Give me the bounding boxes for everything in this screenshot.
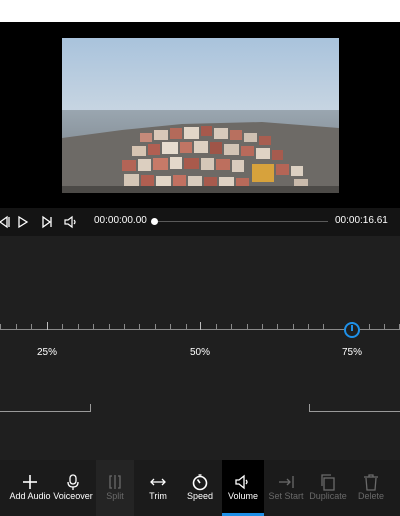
volume-scale-tick bbox=[16, 324, 17, 329]
volume-scale-tick bbox=[170, 324, 171, 329]
volume-editor: 25% 50% 75% bbox=[0, 236, 400, 460]
volume-scale-tick bbox=[93, 324, 94, 329]
speed-dial-icon bbox=[190, 472, 210, 492]
seek-thumb[interactable] bbox=[151, 218, 158, 225]
current-time: 00:00:00.00 bbox=[94, 215, 147, 226]
volume-button[interactable]: Volume bbox=[222, 460, 264, 516]
volume-scale-tick bbox=[262, 324, 263, 329]
volume-scale-tick bbox=[62, 324, 63, 329]
volume-scale-tick bbox=[231, 324, 232, 329]
playback-controls: 00:00:00.00 00:00:16.61 bbox=[0, 208, 400, 236]
volume-scale-tick bbox=[369, 324, 370, 329]
voiceover-button[interactable]: Voiceover bbox=[50, 460, 96, 516]
microphone-icon bbox=[63, 472, 83, 492]
duplicate-button[interactable]: Duplicate bbox=[306, 460, 350, 516]
volume-scale-major-tick bbox=[47, 322, 48, 330]
volume-scale-tick bbox=[293, 324, 294, 329]
split-button[interactable]: Split bbox=[96, 460, 134, 516]
set-start-icon bbox=[276, 472, 296, 492]
volume-scale-tick bbox=[216, 324, 217, 329]
scale-label-50: 50% bbox=[189, 347, 211, 358]
speaker-icon[interactable] bbox=[62, 213, 80, 231]
volume-slider-handle[interactable] bbox=[344, 322, 360, 338]
volume-scale-tick bbox=[277, 324, 278, 329]
volume-scale-tick bbox=[384, 324, 385, 329]
split-icon bbox=[105, 472, 125, 492]
duplicate-icon bbox=[318, 472, 338, 492]
volume-scale-tick bbox=[323, 324, 324, 329]
total-time: 00:00:16.61 bbox=[335, 215, 388, 226]
volume-scale-tick bbox=[124, 324, 125, 329]
skip-forward-icon[interactable] bbox=[38, 213, 56, 231]
add-audio-button[interactable]: Add Audio bbox=[6, 460, 54, 516]
plus-icon bbox=[20, 472, 40, 492]
skip-back-icon[interactable] bbox=[0, 213, 14, 231]
volume-scale-tick bbox=[139, 324, 140, 329]
scale-label-25: 25% bbox=[36, 347, 58, 358]
scale-label-75: 75% bbox=[341, 347, 363, 358]
set-start-button[interactable]: Set Start bbox=[266, 460, 306, 516]
video-preview bbox=[0, 22, 400, 208]
seek-track[interactable] bbox=[154, 221, 328, 222]
volume-scale-major-tick bbox=[200, 322, 201, 330]
speaker-icon bbox=[233, 472, 253, 492]
speed-button[interactable]: Speed bbox=[180, 460, 220, 516]
delete-button[interactable]: Delete bbox=[350, 460, 392, 516]
volume-scale-tick bbox=[78, 324, 79, 329]
video-frame-thumbnail bbox=[62, 38, 339, 193]
clip-range-end-bracket bbox=[309, 404, 400, 412]
trim-arrows-icon bbox=[148, 472, 168, 492]
volume-scale-tick bbox=[247, 324, 248, 329]
volume-scale-tick bbox=[31, 324, 32, 329]
volume-scale-tick bbox=[186, 324, 187, 329]
play-icon[interactable] bbox=[14, 213, 32, 231]
bottom-toolbar: Add Audio Voiceover Split Trim Speed Vol… bbox=[0, 460, 400, 516]
volume-scale-tick bbox=[109, 324, 110, 329]
volume-scale-tick bbox=[0, 324, 1, 329]
clip-range-start-bracket bbox=[0, 404, 91, 412]
top-strip bbox=[0, 0, 400, 22]
volume-scale-tick bbox=[155, 324, 156, 329]
trim-button[interactable]: Trim bbox=[138, 460, 178, 516]
trash-icon bbox=[361, 472, 381, 492]
volume-scale-tick bbox=[308, 324, 309, 329]
